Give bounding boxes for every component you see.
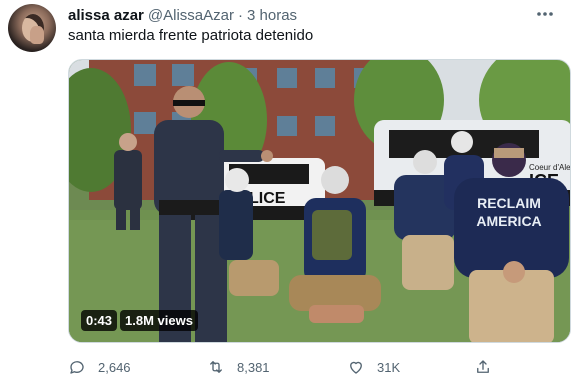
author-display-name[interactable]: alissa azar (68, 7, 144, 24)
shirt-text-reclaim: RECLAIM (477, 195, 541, 211)
reply-count: 2,646 (98, 359, 131, 375)
video-player[interactable]: LICE Coeur d'Ale ICE (68, 59, 571, 343)
share-button[interactable] (474, 355, 492, 379)
tweet-text: santa mierda frente patriota detenido (68, 27, 314, 44)
header-separator: · (238, 6, 243, 24)
heart-icon (350, 361, 362, 374)
tweet-action-bar: 2,646 8,381 31K (68, 355, 508, 379)
retweet-icon (210, 361, 222, 373)
retweet-button[interactable]: 8,381 (207, 355, 270, 379)
video-views: 1.8M views (120, 310, 198, 331)
avatar-hand (30, 26, 44, 44)
reply-icon (70, 361, 84, 374)
author-handle[interactable]: @AlissaAzar (148, 7, 234, 24)
avatar[interactable] (8, 4, 56, 52)
reply-button[interactable]: 2,646 (68, 355, 131, 379)
video-duration: 0:43 (81, 310, 118, 331)
video-badges: 0:43 1.8M views (81, 310, 198, 331)
police-car-left-text: LICE (249, 190, 286, 207)
like-count: 31K (377, 359, 401, 375)
tweet-timestamp[interactable]: 3 horas (247, 7, 297, 24)
more-dots-svg (537, 12, 553, 16)
tweet-header: alissa azar @AlissaAzar · 3 horas (68, 5, 297, 25)
share-icon (477, 360, 489, 373)
video-thumbnail: LICE Coeur d'Ale ICE (69, 60, 570, 342)
shirt-text-america: AMERICA (476, 213, 541, 229)
retweet-count: 8,381 (237, 359, 270, 375)
more-horizontal-icon[interactable] (533, 4, 557, 24)
like-button[interactable]: 31K (347, 355, 400, 379)
